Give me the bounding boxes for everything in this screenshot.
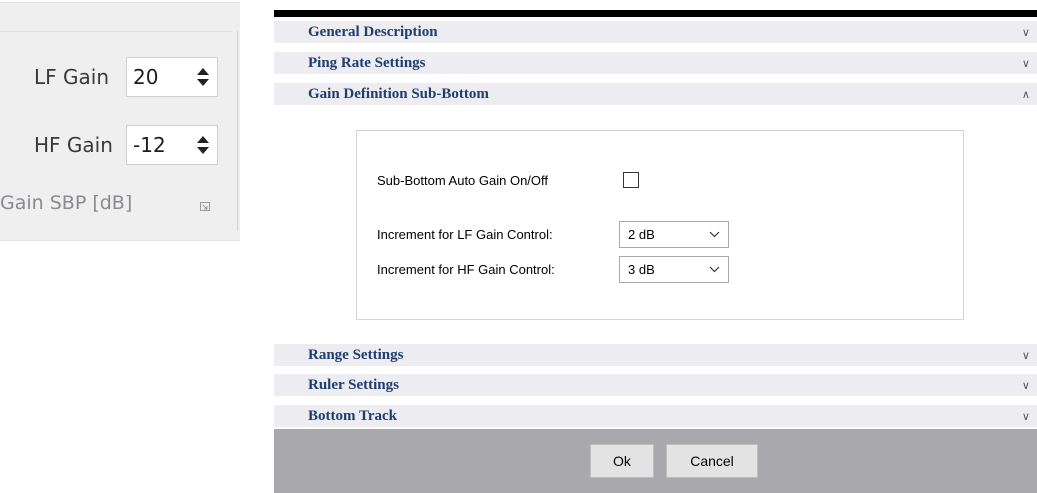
hf-gain-row: HF Gain -12 bbox=[34, 124, 218, 166]
gain-sbp-group-label: Gain SBP [dB] bbox=[0, 192, 133, 214]
auto-gain-label[interactable]: Sub-Bottom Auto Gain On/Off bbox=[377, 173, 548, 188]
hf-increment-value: 3 dB bbox=[628, 262, 655, 277]
section-title: Range Settings bbox=[308, 346, 404, 363]
ok-button[interactable]: Ok bbox=[590, 444, 654, 478]
hf-gain-label: HF Gain bbox=[34, 133, 113, 157]
section-title: Bottom Track bbox=[308, 407, 398, 424]
spin-arrows-icon[interactable] bbox=[197, 68, 209, 86]
dialog-launcher-icon[interactable] bbox=[200, 202, 210, 211]
lf-gain-row: LF Gain 20 bbox=[34, 56, 218, 98]
gain-definition-content: Sub-Bottom Auto Gain On/Off Increment fo… bbox=[274, 111, 1037, 342]
auto-gain-checkbox[interactable] bbox=[623, 172, 639, 188]
section-bottom-track[interactable]: Bottom Track ∨ bbox=[274, 405, 1037, 428]
hf-gain-value[interactable]: -12 bbox=[133, 133, 166, 157]
hf-increment-select[interactable]: 3 dB bbox=[619, 256, 729, 283]
lf-increment-value: 2 dB bbox=[628, 227, 655, 242]
dialog-footer: Ok Cancel bbox=[274, 429, 1037, 493]
cancel-button[interactable]: Cancel bbox=[666, 444, 758, 478]
chevron-down-icon[interactable] bbox=[709, 231, 720, 238]
section-ping-rate-settings[interactable]: Ping Rate Settings ∨ bbox=[274, 52, 1037, 75]
spin-up-icon[interactable] bbox=[197, 68, 209, 75]
spin-down-icon[interactable] bbox=[197, 147, 209, 154]
gain-sbp-ribbon-group: LF Gain 20 HF Gain -12 Gain SBP [dB] bbox=[0, 2, 240, 241]
double-chevron-down-icon[interactable]: ∨ bbox=[1022, 349, 1031, 362]
hf-increment-label: Increment for HF Gain Control: bbox=[377, 262, 555, 277]
spin-down-icon[interactable] bbox=[197, 79, 209, 86]
double-chevron-up-icon[interactable]: ∧ bbox=[1022, 88, 1031, 101]
section-title: Ping Rate Settings bbox=[308, 54, 426, 71]
section-general-description[interactable]: General Description ∨ bbox=[274, 21, 1037, 44]
spin-arrows-icon[interactable] bbox=[197, 136, 209, 154]
lf-increment-select[interactable]: 2 dB bbox=[619, 221, 729, 248]
lf-gain-label: LF Gain bbox=[34, 65, 109, 89]
section-range-settings[interactable]: Range Settings ∨ bbox=[274, 344, 1037, 367]
section-gain-definition-sub-bottom[interactable]: Gain Definition Sub-Bottom ∧ bbox=[274, 83, 1037, 106]
ribbon-top-divider bbox=[0, 31, 232, 32]
double-chevron-down-icon[interactable]: ∨ bbox=[1022, 57, 1031, 70]
lf-gain-value[interactable]: 20 bbox=[133, 65, 158, 89]
double-chevron-down-icon[interactable]: ∨ bbox=[1022, 379, 1031, 392]
lf-gain-spinner[interactable]: 20 bbox=[126, 57, 218, 97]
double-chevron-down-icon[interactable]: ∨ bbox=[1022, 26, 1031, 39]
dialog-top-border bbox=[274, 10, 1037, 17]
double-chevron-down-icon[interactable]: ∨ bbox=[1022, 410, 1031, 423]
ribbon-group-divider bbox=[237, 31, 238, 231]
section-title: Gain Definition Sub-Bottom bbox=[308, 85, 489, 102]
lf-increment-label: Increment for LF Gain Control: bbox=[377, 227, 553, 242]
hf-gain-spinner[interactable]: -12 bbox=[126, 125, 218, 165]
spin-up-icon[interactable] bbox=[197, 136, 209, 143]
sub-bottom-gain-panel: Sub-Bottom Auto Gain On/Off Increment fo… bbox=[356, 130, 964, 320]
section-title: General Description bbox=[308, 23, 438, 40]
section-title: Ruler Settings bbox=[308, 376, 399, 393]
settings-dialog: General Description ∨ Ping Rate Settings… bbox=[274, 10, 1037, 493]
chevron-down-icon[interactable] bbox=[709, 266, 720, 273]
section-ruler-settings[interactable]: Ruler Settings ∨ bbox=[274, 374, 1037, 397]
